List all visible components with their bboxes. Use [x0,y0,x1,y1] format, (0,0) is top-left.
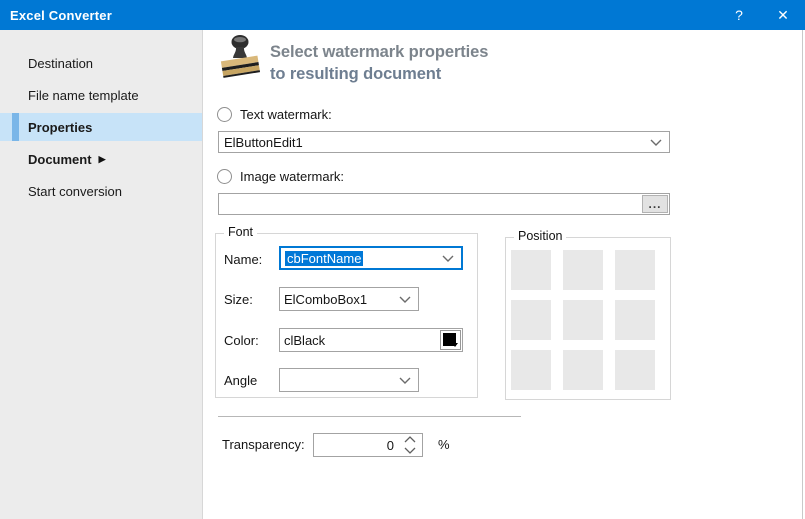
position-cell-top-right[interactable] [615,250,655,290]
chevron-down-icon [399,296,411,303]
sidebar-item-destination[interactable]: Destination [0,49,202,77]
font-name-combobox[interactable]: cbFontName [279,246,463,270]
font-size-combobox[interactable]: ElComboBox1 [279,287,419,311]
transparency-spinner[interactable]: 0 [313,433,423,457]
spinner-buttons [403,436,417,454]
font-group-legend: Font [224,225,257,239]
position-cell-bottom-left[interactable] [511,350,551,390]
color-swatch-button[interactable] [440,330,461,350]
image-watermark-label: Image watermark: [240,169,344,184]
page-title: Select watermark properties to resulting… [270,41,488,85]
sidebar-item-file-name-template[interactable]: File name template [0,81,202,109]
sidebar: Destination File name template Propertie… [0,30,203,519]
sidebar-item-label: Destination [28,56,93,71]
font-color-value: clBlack [284,333,325,348]
submenu-arrow-icon: ▶ [99,154,106,165]
transparency-unit: % [438,437,450,452]
text-watermark-label: Text watermark: [240,107,332,122]
text-watermark-value: ElButtonEdit1 [224,135,303,150]
stamp-icon [217,34,264,81]
font-angle-label: Angle [224,373,257,388]
chevron-down-icon [399,377,411,384]
text-watermark-radio[interactable] [217,107,232,122]
position-group: Position [505,237,671,400]
spin-up-icon[interactable] [404,436,416,443]
sidebar-item-start-conversion[interactable]: Start conversion [0,177,202,205]
sidebar-item-label: Properties [28,120,92,135]
font-name-value: cbFontName [285,251,363,266]
sidebar-item-document[interactable]: Document ▶ [0,145,202,173]
chevron-down-icon [650,139,662,146]
font-color-label: Color: [224,333,259,348]
transparency-value: 0 [387,434,394,456]
section-divider [218,416,521,417]
app-body: Destination File name template Propertie… [0,30,805,519]
sidebar-item-properties[interactable]: Properties [0,113,202,141]
transparency-label: Transparency: [222,437,305,452]
close-button[interactable]: ✕ [761,0,805,30]
properties-panel: Select watermark properties to resulting… [204,30,803,519]
page-title-line2: to resulting document [270,63,488,85]
sidebar-item-label: Start conversion [28,184,122,199]
font-color-row: Color: clBlack [216,328,477,352]
position-cell-middle-left[interactable] [511,300,551,340]
font-color-combobox[interactable]: clBlack [279,328,463,352]
font-size-value: ElComboBox1 [284,292,367,307]
position-group-legend: Position [514,229,566,243]
font-group: Font Name: cbFontName Size: ElComboBox1 [215,233,478,398]
sidebar-item-label: Document [28,152,92,167]
position-cell-middle-center[interactable] [563,300,603,340]
font-angle-combobox[interactable] [279,368,419,392]
image-watermark-radio[interactable] [217,169,232,184]
position-cell-bottom-center[interactable] [563,350,603,390]
font-size-row: Size: ElComboBox1 [216,287,477,311]
position-cell-middle-right[interactable] [615,300,655,340]
help-button[interactable]: ? [717,0,761,30]
image-watermark-input[interactable]: ... [218,193,670,215]
position-cell-bottom-right[interactable] [615,350,655,390]
excel-converter-window: Excel Converter ? ✕ Destination File nam… [0,0,805,519]
text-watermark-combobox[interactable]: ElButtonEdit1 [218,131,670,153]
font-size-label: Size: [224,292,253,307]
browse-button[interactable]: ... [642,195,668,213]
position-grid [511,250,655,390]
window-title: Excel Converter [10,8,112,23]
text-watermark-radio-row: Text watermark: [217,107,332,122]
font-name-row: Name: cbFontName [216,246,477,272]
page-title-line1: Select watermark properties [270,41,488,63]
position-cell-top-center[interactable] [563,250,603,290]
title-bar-buttons: ? ✕ [717,0,805,30]
spin-down-icon[interactable] [404,447,416,454]
swatch-dropdown-arrow-icon [452,343,458,347]
position-cell-top-left[interactable] [511,250,551,290]
title-bar: Excel Converter ? ✕ [0,0,805,30]
chevron-down-icon [442,255,454,262]
font-name-label: Name: [224,252,262,267]
sidebar-item-label: File name template [28,88,139,103]
font-angle-row: Angle [216,368,477,392]
image-watermark-radio-row: Image watermark: [217,169,344,184]
